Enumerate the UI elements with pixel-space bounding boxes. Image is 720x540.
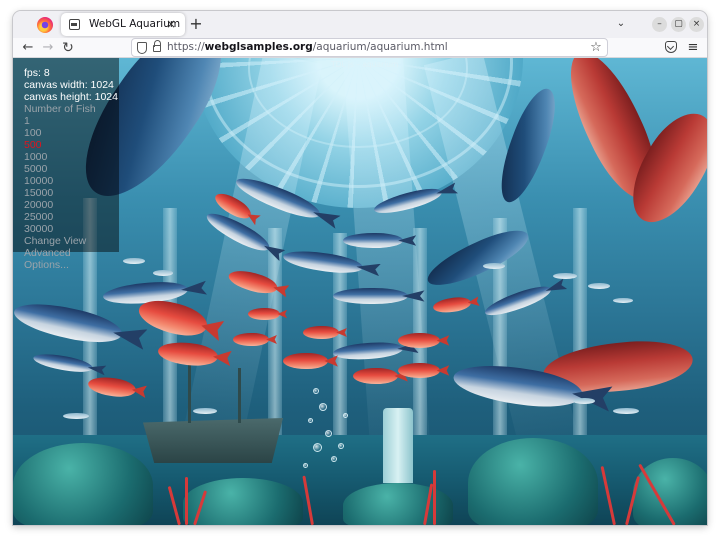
- fish: [613, 298, 633, 303]
- firefox-icon[interactable]: [37, 17, 53, 33]
- advanced-link[interactable]: Advanced: [24, 247, 71, 259]
- tab-strip: WebGL Aquarium × + ⌄ – ▢ ×: [13, 11, 707, 38]
- change-view-link[interactable]: Change View: [24, 235, 86, 247]
- url-path: /aquarium/aquarium.html: [312, 41, 448, 53]
- shield-icon[interactable]: [137, 42, 147, 54]
- stone-tower: [383, 408, 413, 483]
- back-button[interactable]: ←: [19, 39, 37, 57]
- new-tab-button[interactable]: +: [186, 13, 206, 35]
- fish: [588, 283, 610, 289]
- bubble: [319, 403, 327, 411]
- lock-icon[interactable]: [153, 40, 161, 52]
- hamburger-menu-icon[interactable]: ≡: [685, 39, 701, 57]
- fish: [282, 247, 364, 277]
- navigation-toolbar: ← → ↻ https://webglsamples.org/aquarium/…: [13, 38, 707, 58]
- tab-webgl-aquarium[interactable]: WebGL Aquarium ×: [61, 13, 185, 36]
- canvas-width-readout: canvas width: 1024: [24, 79, 114, 91]
- tab-favicon-icon: [69, 19, 80, 30]
- coral: [185, 477, 188, 525]
- bubble: [343, 413, 348, 418]
- fish: [303, 326, 347, 339]
- fish: [353, 368, 408, 384]
- fish: [553, 273, 577, 279]
- maximize-button[interactable]: ▢: [671, 17, 686, 32]
- pillar: [573, 208, 587, 465]
- forward-button[interactable]: →: [39, 39, 57, 57]
- minimize-button[interactable]: –: [652, 17, 667, 32]
- bubble: [303, 463, 308, 468]
- fish-option-30000[interactable]: 30000: [24, 223, 53, 235]
- reload-button[interactable]: ↻: [59, 39, 77, 57]
- fish-option-5000[interactable]: 5000: [24, 163, 47, 175]
- fish: [483, 263, 505, 269]
- ship-mast: [238, 368, 241, 423]
- fish-option-15000[interactable]: 15000: [24, 187, 53, 199]
- fps-readout: fps: 8: [24, 67, 50, 79]
- fish-option-1[interactable]: 1: [24, 115, 30, 127]
- fish: [63, 413, 89, 419]
- close-window-button[interactable]: ×: [689, 17, 704, 32]
- url-host: webglsamples.org: [204, 41, 313, 53]
- pocket-icon[interactable]: [665, 41, 677, 53]
- stats-panel: fps: 8 canvas width: 1024 canvas height:…: [13, 58, 119, 271]
- bubble: [313, 388, 319, 394]
- url-bar[interactable]: https://webglsamples.org/aquarium/aquari…: [131, 38, 608, 57]
- fish: [193, 408, 217, 414]
- fish: [233, 333, 277, 346]
- bubble: [308, 418, 313, 423]
- url-scheme: https://: [167, 41, 205, 53]
- bubble: [338, 443, 344, 449]
- number-of-fish-label: Number of Fish: [24, 103, 96, 115]
- fish-option-500[interactable]: 500: [24, 139, 42, 151]
- sunken-ship: [143, 418, 283, 463]
- rock: [343, 483, 453, 525]
- rock: [13, 443, 153, 525]
- fish: [333, 288, 425, 304]
- fish: [613, 408, 639, 414]
- fish-option-1000[interactable]: 1000: [24, 151, 47, 163]
- fish: [398, 333, 450, 348]
- fish: [573, 398, 595, 404]
- bubble: [331, 456, 337, 462]
- fish-option-100[interactable]: 100: [24, 127, 42, 139]
- options-link[interactable]: Options...: [24, 259, 69, 271]
- star-icon[interactable]: ☆: [589, 40, 603, 56]
- tab-close-icon[interactable]: ×: [164, 16, 178, 32]
- bubble: [325, 430, 332, 437]
- fish: [398, 363, 450, 378]
- ship-mast: [188, 358, 191, 423]
- aquarium-canvas[interactable]: TDL js – aquarium fps: 8 canvas width: 1…: [13, 58, 707, 525]
- fish-option-10000[interactable]: 10000: [24, 175, 53, 187]
- url-text[interactable]: https://webglsamples.org/aquarium/aquari…: [167, 41, 448, 53]
- fish: [153, 270, 173, 276]
- fish: [283, 353, 338, 369]
- fish-option-25000[interactable]: 25000: [24, 211, 53, 223]
- bubble: [313, 443, 322, 452]
- coral: [433, 470, 436, 525]
- fish: [248, 308, 288, 320]
- tab-list-chevron-icon[interactable]: ⌄: [612, 15, 630, 33]
- fish: [123, 258, 145, 264]
- fish: [432, 295, 472, 315]
- fish: [343, 233, 417, 248]
- browser-window: WebGL Aquarium × + ⌄ – ▢ × ← → ↻ https:/…: [13, 11, 707, 525]
- fish-option-20000[interactable]: 20000: [24, 199, 53, 211]
- canvas-height-readout: canvas height: 1024: [24, 91, 118, 103]
- rock: [468, 438, 598, 525]
- page-caption: TDL js – aquarium: [331, 60, 399, 69]
